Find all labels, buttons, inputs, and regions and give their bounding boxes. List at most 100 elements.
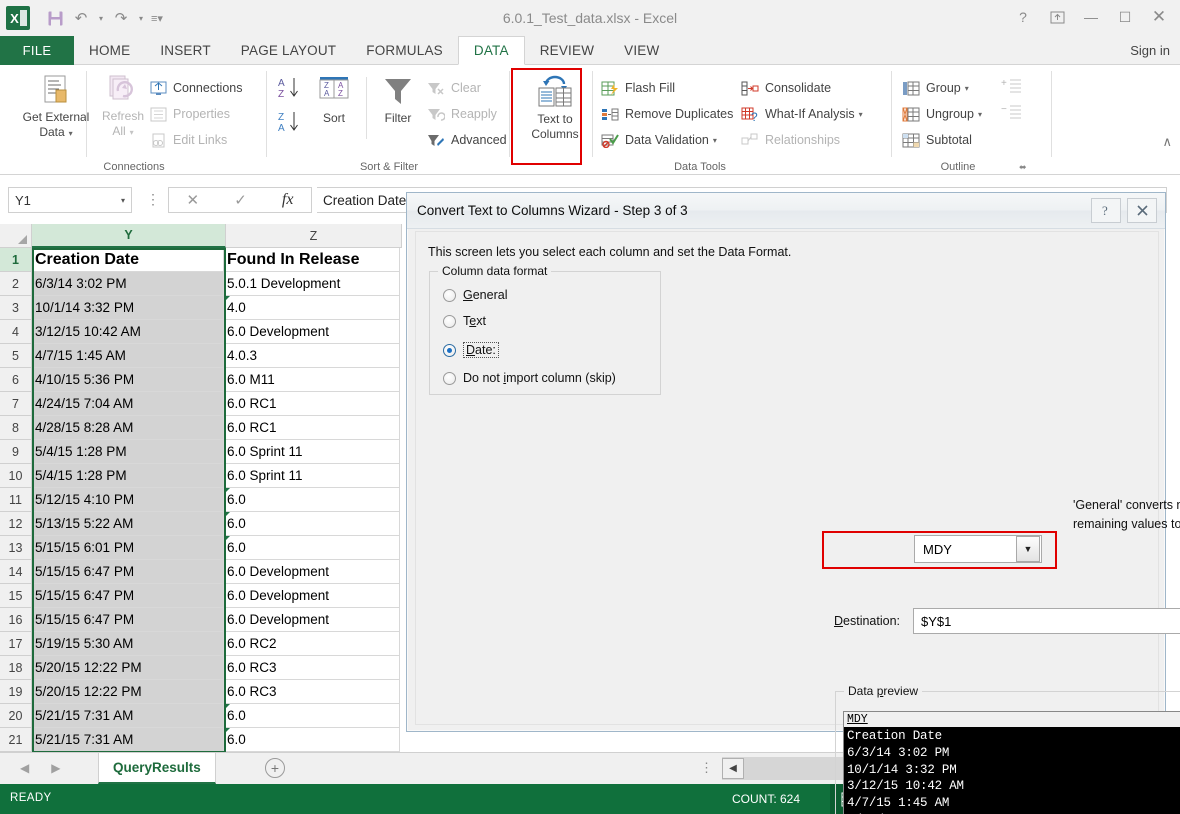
cell-Y3[interactable]: 10/1/14 3:32 PM <box>32 296 224 320</box>
row-header-11[interactable]: 11 <box>0 488 32 512</box>
ribbon-item-what-if-analysis[interactable]: ? What-If Analysis ▾ <box>740 101 863 127</box>
data-preview-panel[interactable]: MDY Creation Date 6/3/14 3:02 PM 10/1/14 3… <box>843 711 1180 814</box>
tab-review[interactable]: REVIEW <box>525 36 609 65</box>
outline-dialog-launcher[interactable]: ⬌ <box>1019 162 1027 173</box>
cell-Y16[interactable]: 5/15/15 6:47 PM <box>32 608 224 632</box>
cell-Z18[interactable]: 6.0 RC3 <box>224 656 400 680</box>
chevron-down-icon[interactable]: ▾ <box>965 84 969 93</box>
sort-za-button[interactable]: Z A <box>276 109 302 138</box>
cell-Y19[interactable]: 5/20/15 12:22 PM <box>32 680 224 704</box>
cell-Z4[interactable]: 6.0 Development <box>224 320 400 344</box>
row-header-4[interactable]: 4 <box>0 320 32 344</box>
undo-icon[interactable]: ↶ <box>68 5 94 31</box>
next-sheet-icon[interactable]: ▶ <box>51 761 60 775</box>
redo-icon[interactable]: ↷ <box>108 5 134 31</box>
cell-Y18[interactable]: 5/20/15 12:22 PM <box>32 656 224 680</box>
cell-Y8[interactable]: 4/28/15 8:28 AM <box>32 416 224 440</box>
cell-Z19[interactable]: 6.0 RC3 <box>224 680 400 704</box>
tab-insert[interactable]: INSERT <box>145 36 225 65</box>
cancel-formula-icon[interactable]: ✕ <box>187 191 200 209</box>
tab-view[interactable]: VIEW <box>609 36 674 65</box>
horizontal-scroll-grip[interactable]: ⋮ <box>700 761 713 774</box>
cell-Y9[interactable]: 5/4/15 1:28 PM <box>32 440 224 464</box>
ribbon-item-remove-duplicates[interactable]: Remove Duplicates <box>600 101 733 127</box>
cell-Z13[interactable]: 6.0 <box>224 536 400 560</box>
cell-Y17[interactable]: 5/19/15 5:30 AM <box>32 632 224 656</box>
cell-Y5[interactable]: 4/7/15 1:45 AM <box>32 344 224 368</box>
dialog-help-button[interactable]: ? <box>1091 198 1121 223</box>
row-header-15[interactable]: 15 <box>0 584 32 608</box>
chevron-down-icon[interactable]: ▾ <box>713 136 717 145</box>
tab-home[interactable]: HOME <box>74 36 145 65</box>
customize-quick-access-toolbar-icon[interactable]: ≡▾ <box>148 5 166 31</box>
cell-Z5[interactable]: 4.0.3 <box>224 344 400 368</box>
sort-button[interactable]: Z A A Z Sort <box>308 73 360 126</box>
cell-Z14[interactable]: 6.0 Development <box>224 560 400 584</box>
tab-data[interactable]: DATA <box>457 36 525 65</box>
sort-az-button[interactable]: A Z <box>276 75 302 104</box>
row-header-17[interactable]: 17 <box>0 632 32 656</box>
cell-Z20[interactable]: 6.0 <box>224 704 400 728</box>
collapse-ribbon-button[interactable]: ∧ <box>1162 134 1172 150</box>
add-sheet-button[interactable]: + <box>265 758 285 778</box>
close-button[interactable]: ✕ <box>1142 3 1176 31</box>
cell-Y7[interactable]: 4/24/15 7:04 AM <box>32 392 224 416</box>
cell-Z7[interactable]: 6.0 RC1 <box>224 392 400 416</box>
cell-Y6[interactable]: 4/10/15 5:36 PM <box>32 368 224 392</box>
insert-function-icon[interactable]: fx <box>282 191 294 209</box>
row-header-1[interactable]: 1 <box>0 248 32 272</box>
select-all-corner[interactable] <box>0 224 32 248</box>
cell-Y14[interactable]: 5/15/15 6:47 PM <box>32 560 224 584</box>
cell-Z9[interactable]: 6.0 Sprint 11 <box>224 440 400 464</box>
row-header-14[interactable]: 14 <box>0 560 32 584</box>
ribbon-item-consolidate[interactable]: Consolidate <box>740 75 863 101</box>
cell-Y11[interactable]: 5/12/15 4:10 PM <box>32 488 224 512</box>
name-box[interactable]: Y1 ▾ <box>8 187 132 213</box>
radio-date-button[interactable] <box>443 343 456 357</box>
cell-Y21[interactable]: 5/21/15 7:31 AM <box>32 728 224 752</box>
maximize-button[interactable]: ☐ <box>1108 3 1142 31</box>
row-header-5[interactable]: 5 <box>0 344 32 368</box>
cell-Z12[interactable]: 6.0 <box>224 512 400 536</box>
row-header-10[interactable]: 10 <box>0 464 32 488</box>
row-header-3[interactable]: 3 <box>0 296 32 320</box>
ribbon-item-connections[interactable]: Connections <box>148 75 243 101</box>
row-header-12[interactable]: 12 <box>0 512 32 536</box>
row-header-2[interactable]: 2 <box>0 272 32 296</box>
row-header-20[interactable]: 20 <box>0 704 32 728</box>
cell-Z21[interactable]: 6.0 <box>224 728 400 752</box>
row-header-7[interactable]: 7 <box>0 392 32 416</box>
cell-Y4[interactable]: 3/12/15 10:42 AM <box>32 320 224 344</box>
ribbon-item-subtotal[interactable]: Subtotal <box>901 127 982 153</box>
radio-general[interactable]: General <box>443 288 507 302</box>
cell-Z2[interactable]: 5.0.1 Development <box>224 272 400 296</box>
ribbon-item-advanced[interactable]: Advanced <box>426 127 507 153</box>
chevron-down-icon[interactable]: ▾ <box>859 110 863 119</box>
radio-date[interactable]: Date: <box>443 342 499 358</box>
minimize-button[interactable]: — <box>1074 3 1108 31</box>
radio-do-not-import-button[interactable] <box>443 371 456 385</box>
dialog-title-bar[interactable]: Convert Text to Columns Wizard - Step 3 … <box>407 193 1165 229</box>
undo-caret-icon[interactable]: ▾ <box>94 5 108 31</box>
preview-column-header[interactable]: MDY <box>844 712 1180 728</box>
cell-Y12[interactable]: 5/13/15 5:22 AM <box>32 512 224 536</box>
row-header-9[interactable]: 9 <box>0 440 32 464</box>
row-header-19[interactable]: 19 <box>0 680 32 704</box>
column-header-Z[interactable]: Z <box>226 224 402 248</box>
filter-button[interactable]: Filter <box>372 75 424 126</box>
radio-general-button[interactable] <box>443 288 456 302</box>
cell-Z6[interactable]: 6.0 M11 <box>224 368 400 392</box>
cell-Z10[interactable]: 6.0 Sprint 11 <box>224 464 400 488</box>
ribbon-item-ungroup[interactable]: Ungroup ▾ <box>901 101 982 127</box>
ribbon-display-options-icon[interactable] <box>1040 3 1074 31</box>
ribbon-item-data-validation[interactable]: Data Validation ▾ <box>600 127 733 153</box>
cell-Z8[interactable]: 6.0 RC1 <box>224 416 400 440</box>
cell-Z11[interactable]: 6.0 <box>224 488 400 512</box>
cell-Y2[interactable]: 6/3/14 3:02 PM <box>32 272 224 296</box>
chevron-down-icon[interactable]: ▾ <box>978 110 982 119</box>
row-header-18[interactable]: 18 <box>0 656 32 680</box>
tab-file[interactable]: FILE <box>0 36 74 65</box>
column-header-Y[interactable]: Y <box>32 224 226 248</box>
radio-text[interactable]: Text <box>443 314 486 328</box>
cell-Y10[interactable]: 5/4/15 1:28 PM <box>32 464 224 488</box>
